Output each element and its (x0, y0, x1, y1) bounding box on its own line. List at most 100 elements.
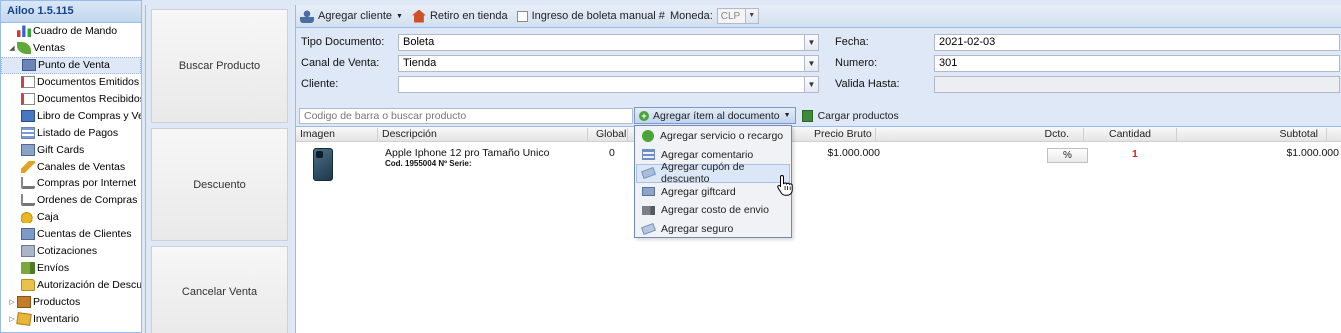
sidebar-item-label: Documentos Emitidos (37, 76, 140, 89)
sidebar-item-label: Punto de Venta (38, 59, 110, 72)
sidebar-item-label: Documentos Recibidos (37, 93, 141, 105)
menu-item-label: Agregar servicio o recargo (660, 130, 784, 143)
product-search-input[interactable] (299, 107, 633, 124)
sidebar-item-ordenes-de-compras[interactable]: Ordenes de Compras (1, 192, 141, 209)
box-icon (16, 311, 32, 326)
coins-icon (21, 211, 35, 224)
cliente-select[interactable]: ▼ (398, 76, 819, 93)
document-icon (21, 93, 35, 105)
sidebar-item-productos[interactable]: ▷ Productos (1, 293, 141, 310)
chevron-down-icon[interactable]: ▼ (744, 9, 758, 23)
sidebar-item-canales-de-ventas[interactable]: Canales de Ventas (1, 158, 141, 175)
expand-arrow-icon[interactable]: ▷ (7, 298, 17, 306)
truck-icon (642, 205, 655, 215)
excel-icon[interactable] (801, 109, 813, 122)
column-header[interactable]: Precio Bruto (801, 128, 876, 141)
menu-item-label: Agregar seguro (661, 222, 734, 235)
fecha-field[interactable]: 2021-02-03 (934, 34, 1340, 51)
sidebar-item-autorizacion-descuentos[interactable]: Autorización de Descuentos (1, 276, 141, 293)
descuento-button[interactable]: Descuento (151, 128, 288, 241)
menu-item-servicio-recargo[interactable]: Agregar servicio o recargo (636, 127, 790, 146)
sidebar-item-envios[interactable]: Envíos (1, 259, 141, 276)
collapse-arrow-icon[interactable]: ◢ (7, 44, 17, 52)
column-header[interactable]: Descripción (378, 128, 588, 141)
sidebar-item-punto-de-venta[interactable]: Punto de Venta (1, 56, 141, 74)
chevron-down-icon[interactable]: ▼ (804, 56, 818, 71)
sidebar-item-libro-compras-ventas[interactable]: Libro de Compras y Ventas (1, 107, 141, 124)
checkbox-icon[interactable] (516, 10, 528, 22)
pencil-icon (21, 160, 35, 173)
sidebar-item-caja[interactable]: Caja (1, 209, 141, 226)
coupon-icon (641, 167, 656, 180)
navigation-panel: Ailoo 1.5.115 Cuadro de Mando ◢ Ventas P… (0, 0, 142, 333)
insurance-icon (641, 222, 656, 235)
sidebar-item-label: Gift Cards (37, 143, 85, 156)
menu-item-cupon-descuento[interactable]: Agregar cupón de descuento (636, 161, 790, 186)
sidebar-item-label: Cotizaciones (37, 245, 98, 258)
menu-item-label: Agregar giftcard (661, 185, 736, 198)
sidebar-item-documentos-emitidos[interactable]: Documentos Emitidos (1, 74, 141, 91)
cancelar-venta-button[interactable]: Cancelar Venta (151, 246, 288, 333)
sidebar-item-label: Ventas (33, 42, 66, 55)
table-row[interactable]: Apple Iphone 12 pro Tamaño Unico Cod. 19… (296, 143, 1341, 189)
moneda-label: Moneda: (669, 10, 713, 22)
column-header[interactable]: Cantidad (1084, 128, 1177, 141)
products-icon (17, 295, 31, 308)
cart-icon (21, 177, 35, 190)
moneda-select[interactable]: CLP ▼ (716, 8, 759, 24)
buscar-producto-button[interactable]: Buscar Producto (151, 9, 288, 123)
add-person-icon (300, 9, 314, 23)
menu-item-label: Agregar cupón de descuento (661, 161, 745, 186)
sidebar-item-cuadro-de-mando[interactable]: Cuadro de Mando (1, 23, 141, 40)
card-icon (21, 228, 35, 241)
column-header[interactable]: Subtotal (1177, 128, 1327, 141)
giftcard-icon (642, 187, 655, 197)
menu-item-giftcard[interactable]: Agregar giftcard (636, 183, 790, 202)
precio-bruto-value: $1.000.000 (827, 147, 880, 159)
sidebar-item-ventas[interactable]: ◢ Ventas (1, 40, 141, 57)
menu-item-costo-envio[interactable]: Agregar costo de envio (636, 201, 790, 220)
ingreso-boleta-checkbox[interactable]: Ingreso de boleta manual # (516, 10, 665, 22)
global-value: 0 (609, 147, 615, 159)
tipo-documento-select[interactable]: Boleta ▼ (398, 34, 819, 51)
product-name: Apple Iphone 12 pro Tamaño Unico (385, 147, 550, 159)
chevron-down-icon[interactable]: ▼ (804, 77, 818, 92)
sidebar-item-inventario[interactable]: ▷ Inventario (1, 310, 141, 327)
items-grid: Imagen Descripción Global Precio Bruto D… (296, 126, 1341, 333)
column-header[interactable]: Imagen (296, 128, 378, 141)
canal-venta-select[interactable]: Tienda ▼ (398, 55, 819, 72)
menu-item-label: Agregar comentario (661, 148, 754, 161)
sidebar-item-documentos-recibidos[interactable]: Documentos Recibidos (1, 91, 141, 108)
sidebar-item-listado-de-pagos[interactable]: Listado de Pagos (1, 124, 141, 141)
agregar-cliente-button[interactable]: Agregar cliente ▼ (300, 9, 403, 23)
column-header[interactable]: Dcto. (876, 128, 1084, 141)
sidebar-item-cotizaciones[interactable]: Cotizaciones (1, 243, 141, 260)
cliente-label: Cliente: (301, 78, 339, 90)
add-circle-icon: + (639, 110, 649, 121)
canal-venta-label: Canal de Venta: (301, 57, 380, 69)
sidebar-item-label: Caja (37, 211, 59, 224)
sidebar-item-compras-por-internet[interactable]: Compras por Internet (1, 175, 141, 192)
sidebar-item-label: Cuadro de Mando (33, 25, 118, 38)
sidebar-item-cuentas-de-clientes[interactable]: Cuentas de Clientes (1, 226, 141, 243)
comment-icon (642, 149, 655, 161)
sidebar-item-label: Compras por Internet (37, 177, 137, 190)
gift-card-icon (21, 143, 35, 156)
retiro-en-tienda-button[interactable]: Retiro en tienda (411, 9, 508, 23)
sidebar-item-gift-cards[interactable]: Gift Cards (1, 141, 141, 158)
column-header[interactable]: Global (588, 128, 628, 141)
quantity-value[interactable]: 1 (1132, 148, 1138, 160)
agregar-item-button[interactable]: + Agregar ítem al documento ▼ (634, 107, 796, 124)
numero-field[interactable]: 301 (934, 55, 1340, 72)
discount-percent-button[interactable]: % (1047, 148, 1088, 163)
top-toolbar: Agregar cliente ▼ Retiro en tienda Ingre… (296, 5, 1341, 28)
chevron-down-icon[interactable]: ▼ (804, 35, 818, 50)
grid-header: Imagen Descripción Global Precio Bruto D… (296, 127, 1341, 142)
grid-toolbar: + Agregar ítem al documento ▼ Cargar pro… (296, 106, 1341, 125)
product-code: Cod. 1955004 Nº Serie: (385, 159, 472, 168)
sidebar-item-label: Productos (33, 295, 81, 308)
cargar-productos-button[interactable]: Cargar productos (818, 110, 899, 122)
cart-icon (21, 194, 35, 207)
canal-venta-value: Tienda (403, 57, 437, 69)
menu-item-seguro[interactable]: Agregar seguro (636, 220, 790, 239)
